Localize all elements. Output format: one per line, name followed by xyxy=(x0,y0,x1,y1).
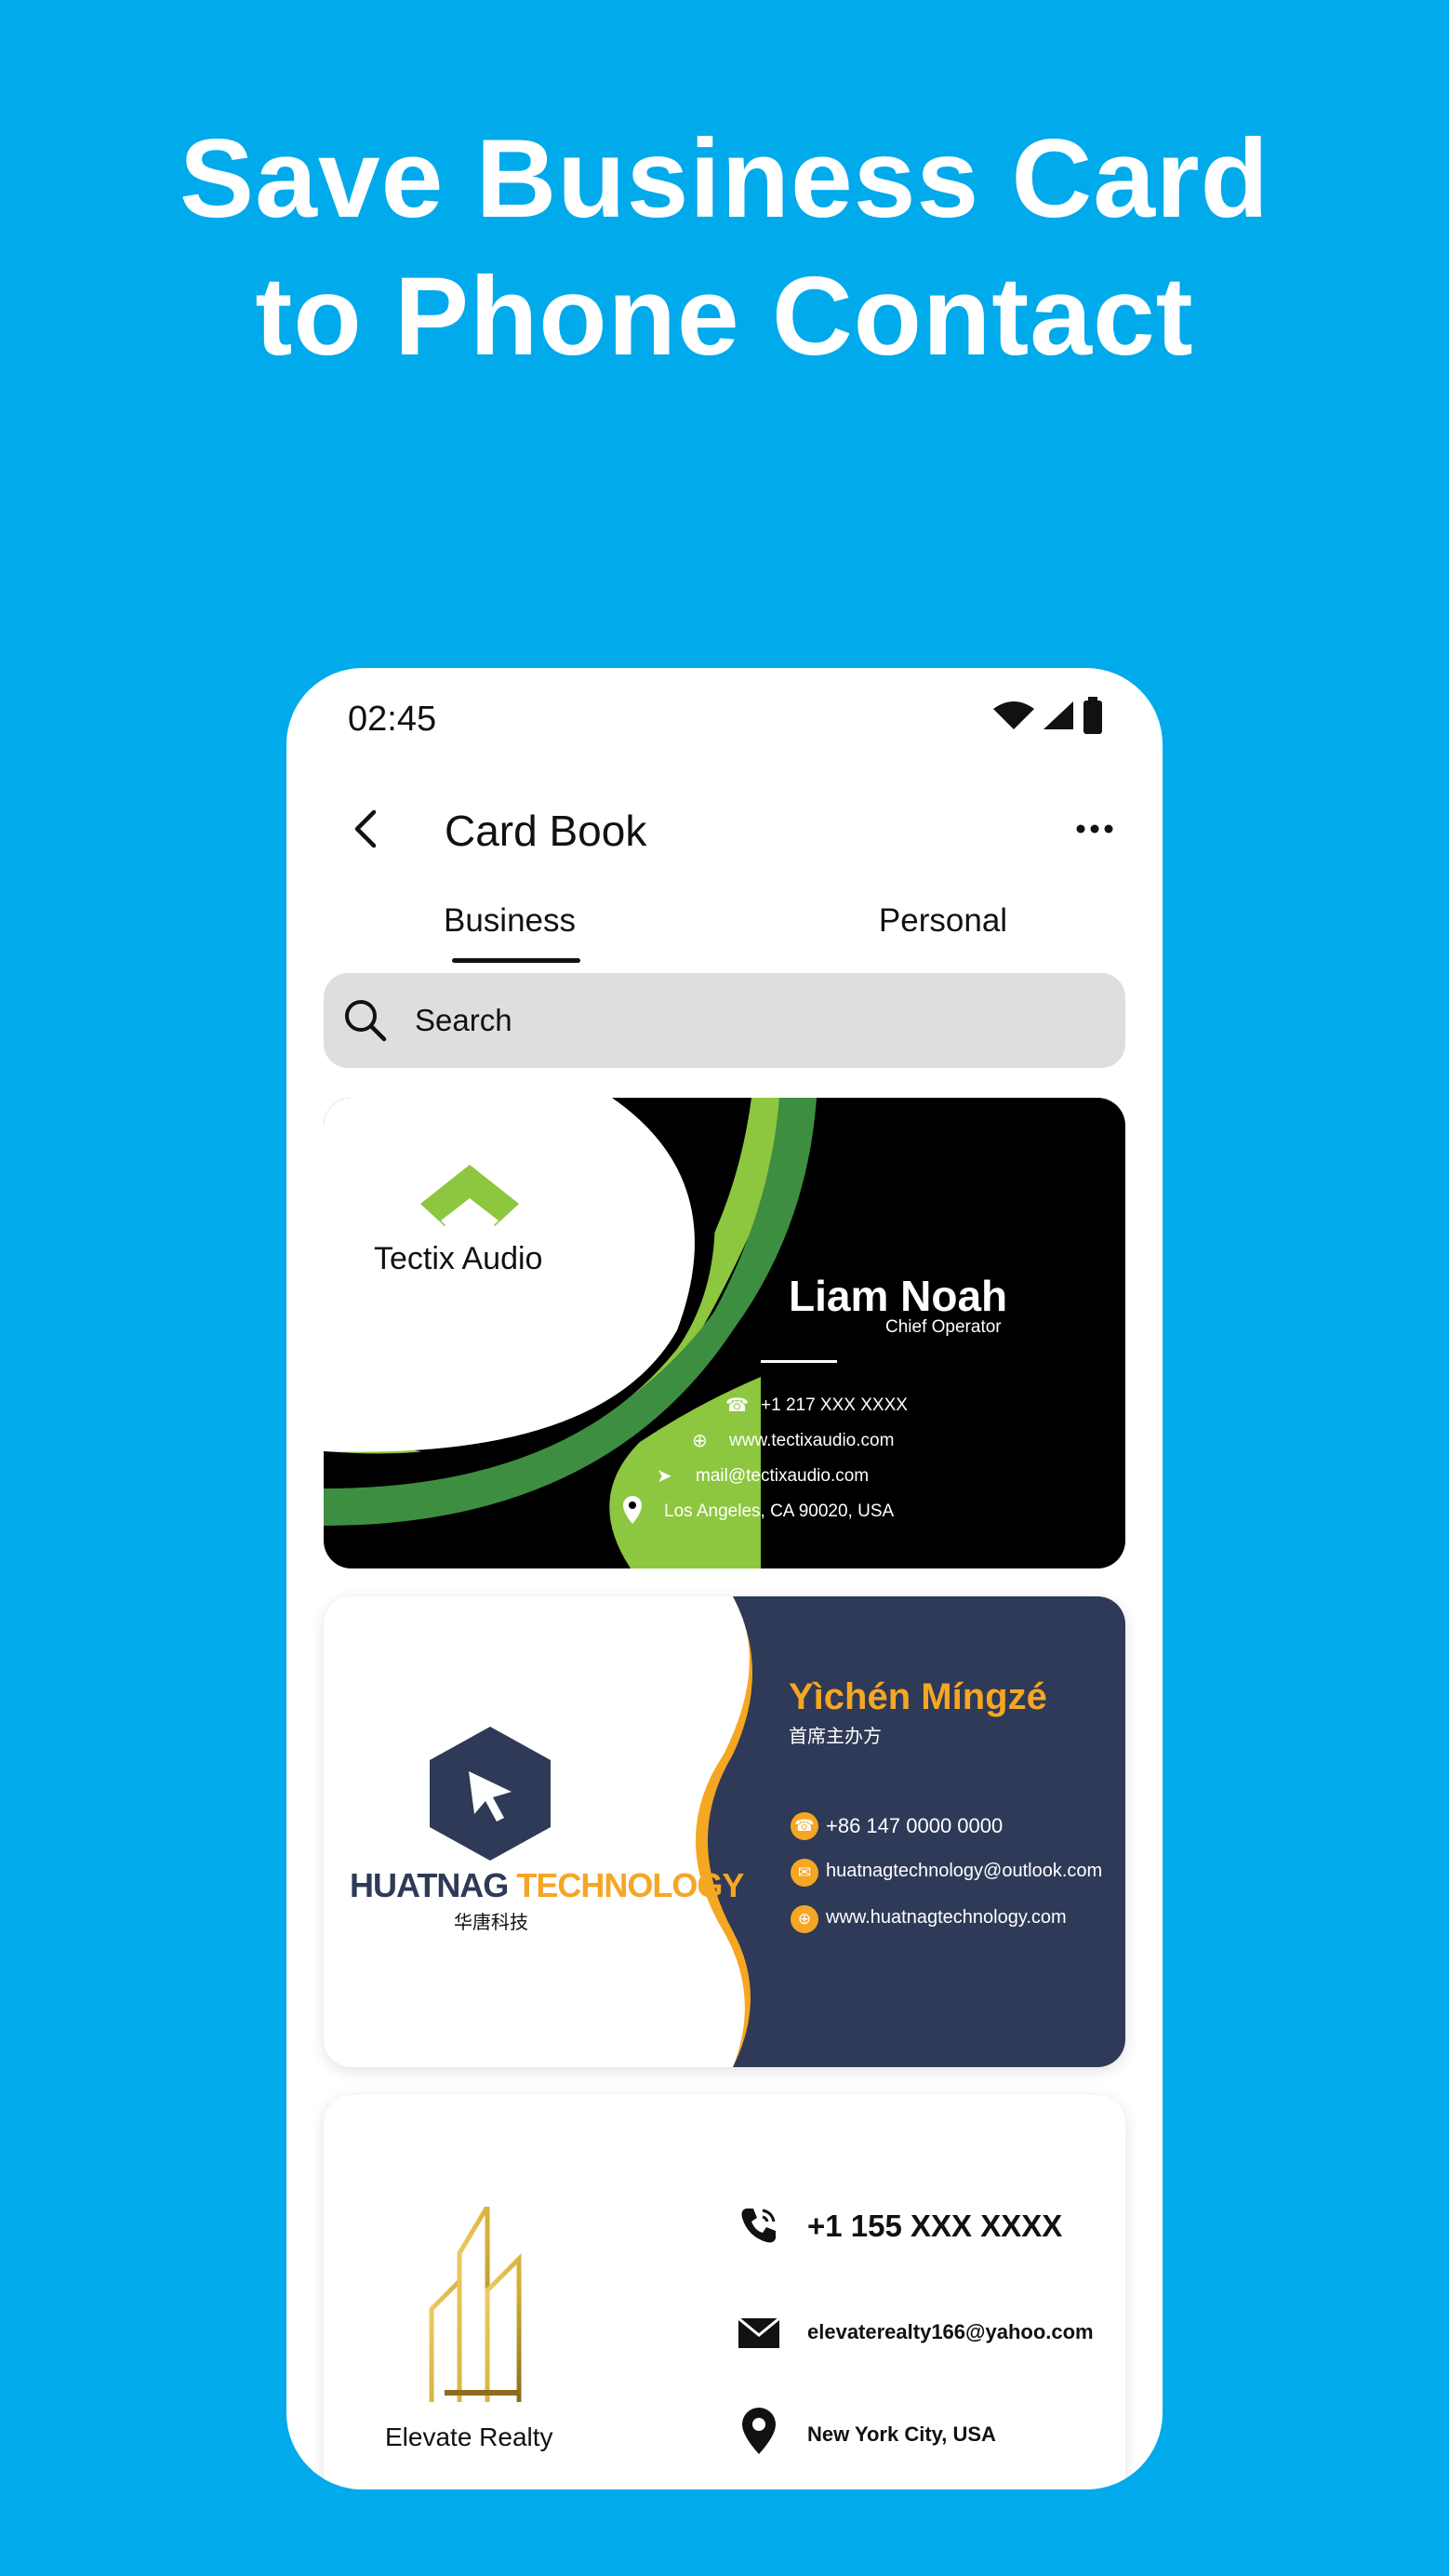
card-phone: +1 217 XXX XXXX xyxy=(761,1395,908,1415)
globe-icon: ⊕ xyxy=(791,1905,818,1933)
card-company-name: Tectix Audio xyxy=(374,1241,543,1276)
card-address: New York City, USA xyxy=(807,2423,996,2446)
more-horizontal-icon xyxy=(1076,824,1113,834)
card-job-title: Chief Operator xyxy=(885,1317,1002,1337)
company-name-part-1: HUATNAG xyxy=(350,1866,509,1904)
card-company-name-cn: 华唐科技 xyxy=(454,1913,528,1933)
search-input[interactable]: Search xyxy=(324,973,1125,1068)
card-phone: +86 147 0000 0000 xyxy=(826,1814,1004,1837)
mail-icon xyxy=(738,2318,779,2348)
back-button[interactable] xyxy=(335,798,396,860)
card-phone: +1 155 XXX XXXX xyxy=(807,2209,1063,2243)
location-pin-icon xyxy=(742,2408,776,2454)
status-time: 02:45 xyxy=(348,700,437,739)
card-email: elevaterealty166@yahoo.com xyxy=(807,2320,1094,2343)
status-icons xyxy=(993,694,1103,737)
company-name-part-2: TECHNOLOGY xyxy=(516,1866,744,1904)
card-email: mail@tectixaudio.com xyxy=(696,1466,870,1486)
business-card-tectix[interactable]: Tectix Audio Liam Noah Chief Operator ☎ … xyxy=(324,1098,1125,1568)
headline: Save Business Card to Phone Contact xyxy=(0,110,1449,385)
phone-icon: ☎ xyxy=(725,1395,749,1416)
card-contact-name: Yìchén Míngzé xyxy=(789,1676,1047,1717)
signal-icon xyxy=(1044,701,1073,729)
card-address: Los Angeles, CA 90020, USA xyxy=(664,1502,895,1521)
card-divider xyxy=(761,1360,837,1363)
active-tab-indicator xyxy=(452,958,580,963)
huatnag-logo-icon xyxy=(430,1727,551,1861)
card-company-name: HUATNAG TECHNOLOGY xyxy=(350,1866,744,1905)
tab-bar: Business Personal xyxy=(286,891,1163,975)
headline-line-2: to Phone Contact xyxy=(255,254,1194,379)
business-card-elevate[interactable]: Elevate Realty +1 155 XXX XXXX elevatere… xyxy=(324,2095,1125,2489)
chevron-left-icon xyxy=(354,809,377,848)
wifi-icon xyxy=(993,701,1034,729)
globe-icon: ⊕ xyxy=(692,1431,708,1451)
tab-personal[interactable]: Personal xyxy=(841,891,1045,975)
card-website: www.tectixaudio.com xyxy=(729,1431,895,1450)
send-icon: ➤ xyxy=(657,1466,672,1487)
elevate-realty-logo-icon xyxy=(429,2207,522,2402)
business-card-huatnag[interactable]: HUATNAG TECHNOLOGY 华唐科技 Yìchén Míngzé 首席… xyxy=(324,1596,1125,2067)
headline-line-1: Save Business Card xyxy=(179,116,1270,241)
card-website: www.huatnagtechnology.com xyxy=(826,1907,1067,1928)
tectix-logo-icon xyxy=(420,1165,519,1228)
card-email: huatnagtechnology@outlook.com xyxy=(826,1861,1103,1881)
search-icon xyxy=(345,1000,387,1042)
page-title: Card Book xyxy=(445,807,647,855)
status-bar: 02:45 xyxy=(286,668,1163,770)
location-pin-icon xyxy=(623,1496,642,1524)
phone-frame: 02:45 Card Book Business Personal Search… xyxy=(286,668,1163,2489)
mail-icon: ✉ xyxy=(791,1859,818,1887)
more-options-button[interactable] xyxy=(1064,798,1125,860)
app-bar: Card Book xyxy=(286,770,1163,891)
phone-icon: ☎ xyxy=(791,1812,818,1840)
phone-icon xyxy=(741,2209,776,2243)
search-placeholder: Search xyxy=(415,1003,512,1037)
card-company-name: Elevate Realty xyxy=(385,2423,553,2451)
card-contact-name: Liam Noah xyxy=(789,1272,1008,1320)
card-job-title: 首席主办方 xyxy=(789,1727,882,1747)
battery-icon xyxy=(1083,697,1102,734)
